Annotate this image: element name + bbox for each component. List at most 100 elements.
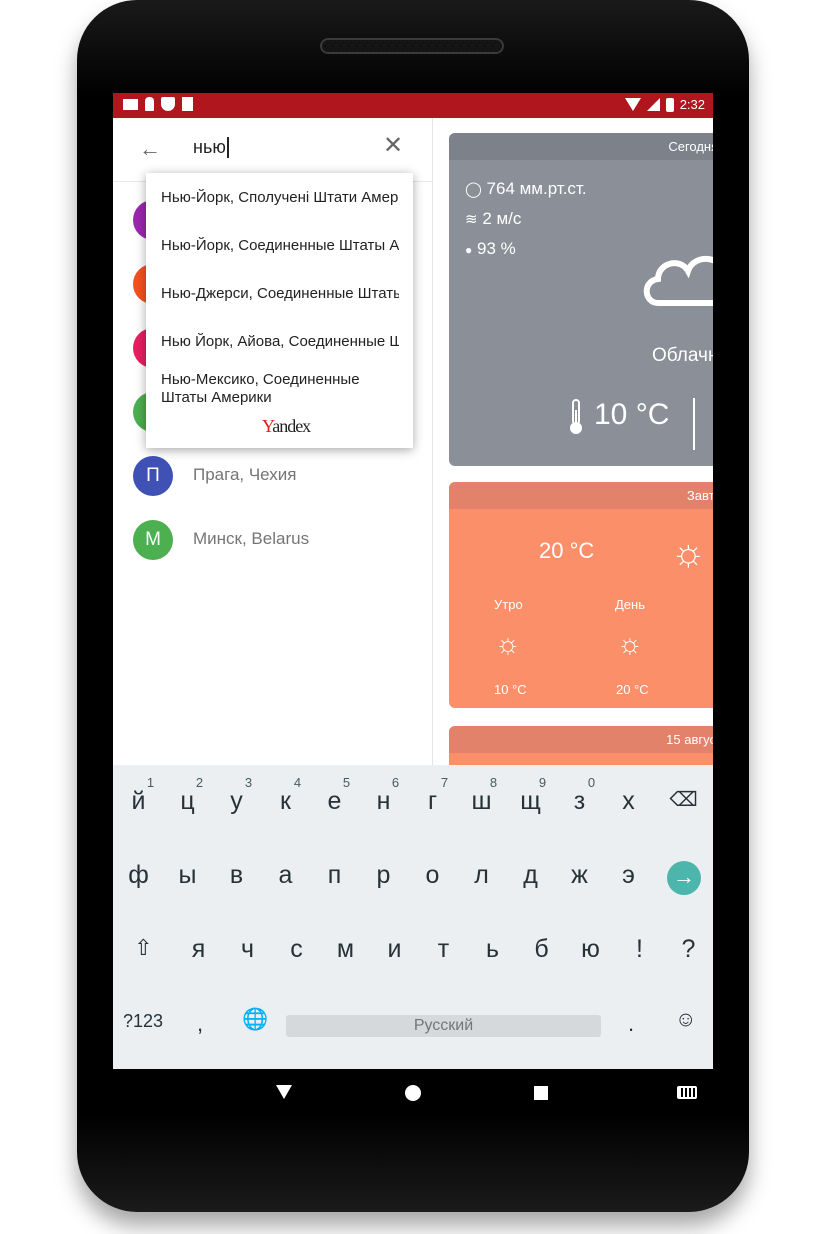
key[interactable]: о xyxy=(408,861,457,890)
nav-recents-icon[interactable] xyxy=(534,1086,548,1100)
search-input[interactable] xyxy=(191,136,375,159)
nav-back-icon[interactable] xyxy=(276,1085,292,1099)
key[interactable]: з xyxy=(555,787,604,816)
chess-pawn-icon xyxy=(145,97,154,111)
key[interactable]: л xyxy=(457,861,506,890)
sun-icon: ☼ xyxy=(495,628,521,659)
humidity-icon: ● xyxy=(465,243,473,257)
shield-icon xyxy=(161,97,175,111)
globe-icon[interactable]: 🌐 xyxy=(242,1008,268,1032)
key[interactable]: щ xyxy=(506,787,555,816)
enter-arrow-icon[interactable]: → xyxy=(667,861,701,895)
avatar: М xyxy=(133,520,173,560)
card-header: Завтра xyxy=(449,482,713,509)
key[interactable]: с xyxy=(272,935,321,964)
list-item[interactable]: М Минск, Belarus xyxy=(113,508,432,572)
suggestion-item[interactable]: Нью-Йорк, Соединенные Штаты Америки xyxy=(161,237,399,255)
key[interactable]: ь xyxy=(468,935,517,964)
key[interactable]: ? xyxy=(664,935,713,964)
yandex-logo: Yandex xyxy=(262,416,311,436)
wind-value: 2 м/с xyxy=(482,209,522,228)
key[interactable]: в xyxy=(212,861,261,890)
current-temperature: 10 °C xyxy=(594,398,670,431)
key[interactable]: е xyxy=(310,787,359,816)
humidity-row: ● 93 % xyxy=(465,239,516,259)
key[interactable]: у xyxy=(212,787,261,816)
key[interactable]: г xyxy=(408,787,457,816)
wifi-icon xyxy=(624,98,641,111)
list-item[interactable]: П Прага, Чехия xyxy=(113,444,432,508)
today-weather-card[interactable]: Сегодня,0 ◯ 764 мм.рт.ст. ≋ 2 м/с ● 93 %… xyxy=(449,133,713,466)
key[interactable]: ц xyxy=(163,787,212,816)
sd-card-icon xyxy=(182,97,193,111)
card-header: Сегодня,0 xyxy=(449,133,713,160)
key[interactable]: х xyxy=(604,787,653,816)
key[interactable]: к xyxy=(261,787,310,816)
key[interactable]: и xyxy=(370,935,419,964)
key[interactable]: ш xyxy=(457,787,506,816)
back-arrow-icon[interactable]: ← xyxy=(139,138,161,160)
key[interactable]: й xyxy=(114,787,163,816)
autocomplete-dropdown: Нью-Йорк, Сполучені Штати Америки Нью-Йо… xyxy=(146,173,413,448)
shift-icon[interactable]: ⇧ xyxy=(119,935,168,961)
on-screen-keyboard: 1 2 3 4 5 6 7 8 9 0 й ц у к е н г ш щ з … xyxy=(113,765,713,1069)
morning-temp: 10 °C xyxy=(494,682,527,697)
divider xyxy=(693,398,695,450)
status-bar: 2:32 xyxy=(113,93,713,118)
close-icon[interactable]: ✕ xyxy=(383,134,403,158)
nav-home-icon[interactable] xyxy=(405,1085,421,1101)
tomorrow-temperature: 20 °C xyxy=(539,538,595,563)
card-header: 15 августа xyxy=(449,726,713,753)
pressure-row: ◯ 764 мм.рт.ст. xyxy=(465,179,587,199)
key[interactable]: б xyxy=(517,935,566,964)
navigation-bar xyxy=(113,1069,713,1117)
keyboard-switch-icon[interactable] xyxy=(677,1086,697,1099)
day-label: День xyxy=(615,597,645,612)
key[interactable]: ! xyxy=(615,935,664,964)
pressure-value: 764 мм.рт.ст. xyxy=(486,179,587,198)
key[interactable]: н xyxy=(359,787,408,816)
key[interactable]: п xyxy=(310,861,359,890)
period-key[interactable]: . xyxy=(628,1011,634,1037)
key[interactable]: я xyxy=(174,935,223,964)
screen: 2:32 ← ✕ П Прага, Чехия М Минск, Be xyxy=(113,93,713,1069)
cloud-icon xyxy=(643,255,713,306)
suggestion-item[interactable]: Нью-Йорк, Сполучені Штати Америки xyxy=(161,189,399,207)
comma-key[interactable]: , xyxy=(197,1011,203,1037)
key[interactable]: э xyxy=(604,861,653,890)
wind-icon: ≋ xyxy=(465,211,478,228)
key[interactable]: ю xyxy=(566,935,615,964)
key[interactable]: ф xyxy=(114,861,163,890)
wind-row: ≋ 2 м/с xyxy=(465,209,521,229)
suggestion-item[interactable]: Нью-Джерси, Соединенные Штаты Америки xyxy=(161,285,399,303)
key[interactable]: а xyxy=(261,861,310,890)
key[interactable]: ж xyxy=(555,861,604,890)
condition-text: Облачн xyxy=(652,345,713,366)
backspace-icon[interactable]: ⌫ xyxy=(659,787,708,812)
city-name: Минск, Belarus xyxy=(193,529,310,548)
key[interactable]: д xyxy=(506,861,555,890)
emoji-icon[interactable]: ☺ xyxy=(675,1008,696,1032)
gmail-icon xyxy=(123,99,138,110)
space-bar[interactable]: Русский xyxy=(286,1015,601,1037)
suggestion-item[interactable]: Нью-Мексико, Соединенные Штаты Америки xyxy=(161,371,399,407)
key[interactable]: р xyxy=(359,861,408,890)
key[interactable]: т xyxy=(419,935,468,964)
thermometer-icon xyxy=(570,399,582,434)
symbols-key[interactable]: ?123 xyxy=(123,1011,163,1032)
signal-icon xyxy=(646,98,660,111)
tomorrow-weather-card[interactable]: Завтра 20 °C ☼ Утро День ☼ ☼ 10 °C 20 °C xyxy=(449,482,713,708)
text-cursor xyxy=(227,137,229,158)
sun-icon: ☼ xyxy=(671,532,706,574)
humidity-value: 93 % xyxy=(476,239,516,258)
battery-icon xyxy=(665,97,674,112)
suggestion-item[interactable]: Нью Йорк, Айова, Соединенные Штаты Амери… xyxy=(161,333,399,351)
status-time: 2:32 xyxy=(679,97,705,112)
pressure-gauge-icon: ◯ xyxy=(465,181,482,198)
morning-label: Утро xyxy=(494,597,523,612)
day-temp: 20 °C xyxy=(616,682,649,697)
key[interactable]: м xyxy=(321,935,370,964)
city-name: Прага, Чехия xyxy=(193,465,297,484)
key[interactable]: ч xyxy=(223,935,272,964)
key[interactable]: ы xyxy=(163,861,212,890)
